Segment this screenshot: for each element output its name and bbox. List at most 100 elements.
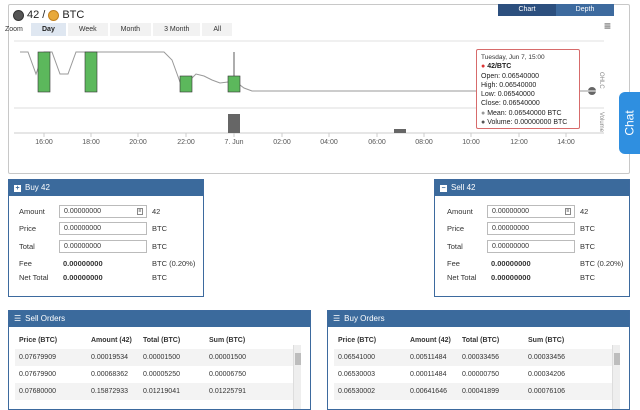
mean-dot-icon: ●	[481, 109, 486, 117]
sell-net-label: Net Total	[447, 273, 477, 282]
table-row[interactable]: 0.07680000 0.15872933 0.01219041 0.01225…	[15, 383, 297, 400]
sell-fee-row: Fee 0.00000000 BTC (0.20%)	[447, 259, 623, 268]
calculator-icon[interactable]: ≡	[565, 208, 571, 215]
sell-title: Sell 42	[451, 183, 476, 192]
col-sum[interactable]: Sum (BTC)	[205, 331, 297, 349]
chat-button[interactable]: Chat	[619, 92, 640, 154]
order-price: 0.06541000	[334, 349, 406, 366]
x-tick-label: 7. Jun	[224, 139, 243, 146]
sell-orders-table: Price (BTC) Amount (42) Total (BTC) Sum …	[15, 331, 297, 400]
x-tick-label: 18:00	[82, 139, 100, 146]
sell-fee-label: Fee	[447, 259, 460, 268]
x-tick-label: 10:00	[462, 139, 480, 146]
buy-amount-row: Amount 0.00000000 ≡ 42	[19, 205, 160, 218]
col-amount[interactable]: Amount (42)	[87, 331, 139, 349]
buy-net-row: Net Total 0.00000000 BTC	[19, 273, 167, 282]
x-tick-label: 08:00	[415, 139, 433, 146]
x-tick-label: 22:00	[177, 139, 195, 146]
order-total: 0.00001500	[139, 349, 205, 366]
col-price[interactable]: Price (BTC)	[334, 331, 406, 349]
buy-title: Buy 42	[25, 183, 50, 192]
order-total: 0.00033456	[458, 349, 524, 366]
sell-price-label: Price	[447, 224, 465, 233]
buy-amount-input[interactable]: 0.00000000 ≡	[59, 205, 147, 218]
sell-orders-scrollbar[interactable]	[293, 345, 301, 409]
buy-price-input[interactable]: 0.00000000	[59, 222, 147, 235]
buy-fee-unit: BTC (0.20%)	[152, 259, 196, 268]
col-amount[interactable]: Amount (42)	[406, 331, 458, 349]
sell-amount-unit: 42	[580, 207, 589, 216]
buy-price-unit: BTC	[152, 224, 167, 233]
buy-orders-header: ☰ Buy Orders	[328, 311, 629, 327]
order-price: 0.07679900	[19, 371, 56, 378]
buy-total-row: Total 0.00000000 BTC	[19, 240, 167, 253]
scroll-thumb[interactable]	[295, 353, 301, 365]
volume-dot-icon: ●	[481, 119, 486, 127]
sell-total-row: Total 0.00000000 BTC	[447, 240, 595, 253]
buy-amount-unit: 42	[152, 207, 161, 216]
sell-orders-title: Sell Orders	[25, 314, 66, 323]
table-row[interactable]: 0.06541000 0.00511484 0.00033456 0.00033…	[334, 349, 616, 366]
buy-orders-title: Buy Orders	[344, 314, 385, 323]
col-sum[interactable]: Sum (BTC)	[524, 331, 616, 349]
ohlc-tooltip: Tuesday, Jun 7, 15:00 ● 42/BTC Open: 0.0…	[476, 49, 580, 129]
table-row[interactable]: 0.06530002 0.00641646 0.00041899 0.00076…	[334, 383, 616, 400]
tooltip-volume: Volume: 0.00000000 BTC	[487, 119, 568, 127]
tooltip-mean: Mean: 0.06540000 BTC	[487, 109, 562, 117]
sell-amount-input[interactable]: 0.00000000 ≡	[487, 205, 575, 218]
order-total: 0.00005250	[143, 371, 180, 378]
volume-bar	[228, 114, 240, 133]
volume-axis-label: Volume	[598, 112, 604, 133]
tooltip-high: High: 0.06540000	[481, 81, 537, 89]
volume-bar	[394, 129, 406, 133]
sell-net-row: Net Total 0.00000000 BTC	[447, 273, 595, 282]
table-row[interactable]: 0.06530003 0.00011484 0.00000750 0.00034…	[334, 366, 616, 383]
order-price: 0.07680000	[15, 383, 87, 400]
x-tick-label: 12:00	[510, 139, 528, 146]
buy-total-input[interactable]: 0.00000000	[59, 240, 147, 253]
table-header-row: Price (BTC) Amount (42) Total (BTC) Sum …	[15, 331, 297, 349]
sell-panel-header: − Sell 42	[435, 180, 629, 196]
col-total[interactable]: Total (BTC)	[139, 331, 205, 349]
col-total[interactable]: Total (BTC)	[458, 331, 524, 349]
order-amount: 0.00019534	[87, 349, 139, 366]
col-price[interactable]: Price (BTC)	[15, 331, 87, 349]
buy-orders-table: Price (BTC) Amount (42) Total (BTC) Sum …	[334, 331, 616, 400]
order-sum: 0.01225791	[205, 383, 297, 400]
order-sum: 0.00033456	[524, 349, 616, 366]
x-tick-label: 02:00	[273, 139, 291, 146]
sell-amount-label: Amount	[447, 207, 473, 216]
buy-fee-row: Fee 0.00000000 BTC (0.20%)	[19, 259, 195, 268]
sell-total-input[interactable]: 0.00000000	[487, 240, 575, 253]
sell-orders-header: ☰ Sell Orders	[9, 311, 310, 327]
order-price: 0.07679909	[15, 349, 87, 366]
order-amount: 0.15872933	[87, 383, 139, 400]
sell-price-input[interactable]: 0.00000000	[487, 222, 575, 235]
sell-fee-value: 0.00000000	[491, 259, 531, 268]
buy-net-value: 0.00000000	[63, 273, 103, 282]
sell-net-unit: BTC	[580, 273, 595, 282]
order-sum: 0.00076106	[524, 383, 616, 400]
buy-fee-label: Fee	[19, 259, 32, 268]
volume-series	[228, 114, 406, 133]
buy-total-unit: BTC	[152, 242, 167, 251]
order-price: 0.06530002	[334, 383, 406, 400]
scroll-thumb[interactable]	[614, 353, 620, 365]
sell-total-unit: BTC	[580, 242, 595, 251]
buy-price-label: Price	[19, 224, 37, 233]
table-row[interactable]: 0.07679900 0.00068362 0.00005250 0.00006…	[15, 366, 297, 383]
sell-amount-row: Amount 0.00000000 ≡ 42	[447, 205, 588, 218]
series-dot-icon: ●	[481, 63, 486, 71]
buy-orders-scrollbar[interactable]	[612, 345, 620, 409]
buy-fee-value: 0.00000000	[63, 259, 103, 268]
order-amount: 0.00511484	[406, 349, 458, 366]
buy-net-unit: BTC	[152, 273, 167, 282]
tooltip-pair: 42/BTC	[487, 63, 512, 71]
buy-panel-header: + Buy 42	[9, 180, 203, 196]
buy-total-value: 0.00000000	[64, 243, 101, 250]
calculator-icon[interactable]: ≡	[137, 208, 143, 215]
sell-price-value: 0.00000000	[492, 225, 529, 232]
table-row[interactable]: 0.07679909 0.00019534 0.00001500 0.00001…	[15, 349, 297, 366]
tooltip-open: Open: 0.06540000	[481, 72, 539, 80]
order-amount: 0.00068362	[91, 371, 128, 378]
